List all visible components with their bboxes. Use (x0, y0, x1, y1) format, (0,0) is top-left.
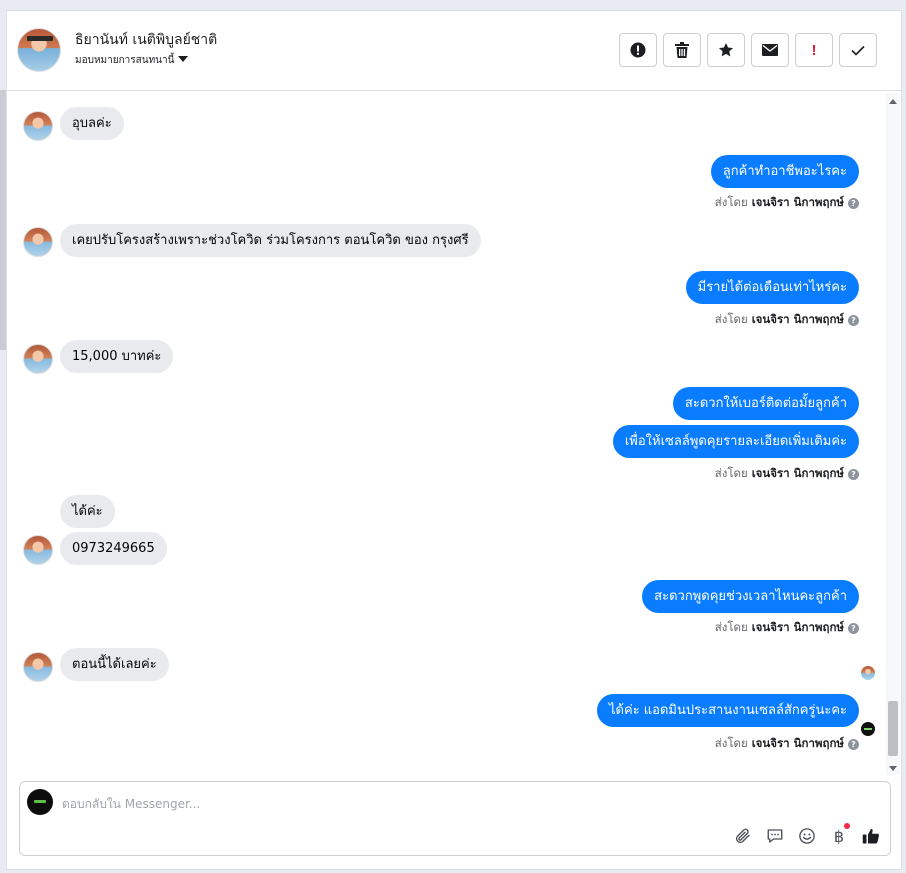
help-icon[interactable]: ? (848, 468, 859, 480)
thumbs-up-icon (862, 828, 880, 844)
sent-by-agent: เจนจิรา นิกาพฤกษ์ (751, 620, 844, 634)
outgoing-message[interactable]: ได้ค่ะ แอดมินประสานงานเซลล์สักครู่นะคะ (597, 694, 859, 727)
mark-done-button[interactable] (839, 33, 877, 67)
thread-scrollbar[interactable] (886, 93, 900, 775)
sent-by-prefix: ส่งโดย (714, 195, 748, 209)
reply-input[interactable] (62, 794, 762, 814)
paperclip-icon (736, 828, 750, 843)
customer-avatar[interactable] (23, 535, 53, 565)
saved-replies-button[interactable] (766, 827, 784, 845)
sent-by-prefix: ส่งโดย (714, 312, 748, 326)
scroll-thumb[interactable] (888, 701, 898, 756)
help-icon[interactable]: ? (848, 314, 859, 326)
sent-by-agent: เจนจิรา นิกาพฤกษ์ (751, 466, 844, 480)
sent-by-label: ส่งโดย เจนจิรา นิกาพฤกษ์ ? (715, 735, 859, 753)
outgoing-message[interactable]: ลูกค้าทำอาชีพอะไรคะ (710, 155, 859, 188)
check-icon (851, 45, 865, 56)
sent-by-label: ส่งโดย เจนจิรา นิกาพฤกษ์ ? (715, 619, 859, 637)
attach-button[interactable] (734, 827, 752, 845)
trash-icon (675, 42, 689, 58)
page-avatar (27, 789, 53, 815)
spam-button[interactable] (619, 33, 657, 67)
chat-bubble-icon (767, 829, 783, 843)
assign-conversation-dropdown[interactable]: มอบหมายการสนทนานี้ (75, 53, 189, 68)
outgoing-message[interactable]: สะดวกให้เบอร์ติดต่อมั้ยลูกค้า (672, 387, 859, 420)
incoming-message[interactable]: 15,000 บาทค่ะ (60, 340, 174, 373)
customer-avatar[interactable] (23, 652, 53, 682)
outgoing-message[interactable]: สะดวกพูดคุยช่วงเวลาไหนคะลูกค้า (642, 580, 859, 613)
sent-by-label: ส่งโดย เจนจิรา นิกาพฤกษ์ ? (715, 465, 859, 483)
help-icon[interactable]: ? (848, 197, 859, 209)
left-edge-scrollbar (0, 90, 6, 350)
mark-unread-button[interactable] (751, 33, 789, 67)
incoming-message[interactable]: อุบลค่ะ (60, 107, 124, 140)
incoming-message[interactable]: ได้ค่ะ (60, 495, 115, 528)
sent-by-label: ส่งโดย เจนจิรา นิกาพฤกษ์ ? (715, 311, 859, 329)
sent-by-prefix: ส่งโดย (714, 466, 748, 480)
sent-by-agent: เจนจิรา นิกาพฤกษ์ (751, 736, 844, 750)
emoji-button[interactable] (798, 827, 816, 845)
composer-tools: ฿ (734, 823, 880, 846)
outgoing-message[interactable]: มีรายได้ต่อเดือนเท่าไหร่คะ (685, 271, 859, 304)
sent-by-agent: เจนจิรา นิกาพฤกษ์ (751, 195, 844, 209)
sent-by-prefix: ส่งโดย (714, 736, 748, 750)
conversation-header: ธิยานันท์ เนติพิบูลย์ชาติ มอบหมายการสนทน… (7, 11, 903, 91)
baht-icon: ฿ (833, 826, 845, 846)
outgoing-message[interactable]: เพื่อให้เซลล์พูดคุยรายละเอียดเพิ่มเติมค่… (612, 425, 859, 458)
conversation-panel: ธิยานันท์ เนติพิบูลย์ชาติ มอบหมายการสนทน… (6, 10, 903, 870)
incoming-message[interactable]: เคยปรับโครงสร้างเพราะช่วงโควิด ร่วมโครงก… (60, 224, 481, 257)
seen-by-customer-avatar (861, 666, 875, 680)
reply-composer: ฿ (19, 781, 891, 856)
customer-avatar[interactable] (23, 227, 53, 257)
sent-by-prefix: ส่งโดย (714, 620, 748, 634)
payment-button[interactable]: ฿ (830, 823, 850, 846)
contact-name[interactable]: ธิยานันท์ เนติพิบูลย์ชาติ (75, 29, 217, 51)
sent-by-agent: เจนจิรา นิกาพฤกษ์ (751, 312, 844, 326)
incoming-message[interactable]: 0973249665 (60, 532, 167, 565)
star-button[interactable] (707, 33, 745, 67)
exclamation-circle-icon (630, 42, 646, 58)
notification-dot (844, 823, 850, 829)
delete-button[interactable] (663, 33, 701, 67)
contact-avatar[interactable] (17, 28, 61, 72)
customer-avatar[interactable] (23, 344, 53, 374)
sent-by-label: ส่งโดย เจนจิรา นิกาพฤกษ์ ? (715, 194, 859, 212)
customer-avatar[interactable] (23, 111, 53, 141)
scroll-down-arrow-icon[interactable] (889, 766, 897, 771)
seen-by-page-avatar (861, 722, 875, 736)
header-actions: ! (619, 33, 877, 67)
incoming-message[interactable]: ตอนนี้ได้เลยค่ะ (60, 648, 169, 681)
envelope-icon (762, 44, 778, 56)
help-icon[interactable]: ? (848, 622, 859, 634)
red-exclamation-icon: ! (811, 41, 817, 59)
message-thread: อุบลค่ะ ลูกค้าทำอาชีพอะไรคะ ส่งโดย เจนจิ… (7, 91, 887, 777)
follow-up-button[interactable]: ! (795, 33, 833, 67)
smiley-icon (799, 828, 815, 844)
like-button[interactable] (862, 827, 880, 845)
star-icon (719, 43, 733, 57)
assign-label: มอบหมายการสนทนานี้ (75, 55, 175, 66)
caret-down-icon (178, 55, 189, 66)
scroll-up-arrow-icon[interactable] (889, 99, 897, 104)
help-icon[interactable]: ? (848, 738, 859, 750)
